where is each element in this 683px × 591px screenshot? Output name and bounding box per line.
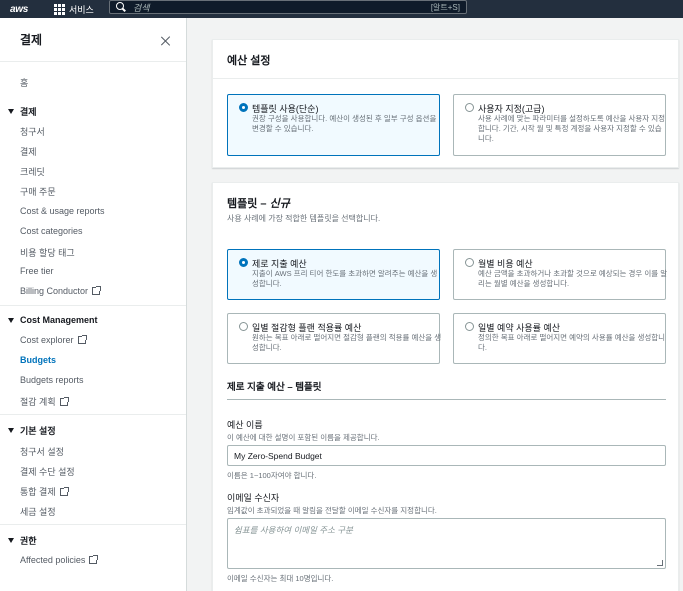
budget-name-label: 예산 이름 (227, 420, 263, 430)
option-custom-advanced[interactable]: 사용자 지정(고급) 사용 사례에 맞는 파라미터를 설정하도록 예산을 사용자… (453, 94, 666, 156)
sidebar-item-credits[interactable]: 크레딧 (20, 165, 45, 178)
item-label: Billing Conductor (20, 286, 89, 296)
sidebar-section-preferences[interactable]: 기본 설정 (8, 424, 56, 437)
divider (0, 305, 186, 306)
external-link-icon (89, 555, 99, 564)
item-label: Affected policies (20, 555, 86, 565)
aws-logo-text: aws (9, 3, 28, 15)
sidebar-item-billing-conductor[interactable]: Billing Conductor (20, 286, 102, 296)
item-label: Cost explorer (20, 335, 74, 345)
sidebar-section-billing[interactable]: 결제 (8, 105, 37, 118)
services-menu-button[interactable]: 서비스 (54, 3, 94, 16)
sidebar-item-budgets-reports[interactable]: Budgets reports (20, 375, 84, 385)
radio-button[interactable] (465, 322, 474, 331)
section-title: 제로 지출 예산 – 템플릿 (227, 382, 322, 393)
sidebar-item-cost-explorer[interactable]: Cost explorer (20, 335, 87, 345)
divider (213, 78, 678, 79)
item-label: 통합 결제 (20, 487, 56, 497)
sidebar-item-tax-settings[interactable]: 세금 설정 (20, 505, 56, 518)
sidebar-item-bills[interactable]: 청구서 (20, 125, 45, 138)
sidebar-item-billing-preferences[interactable]: 청구서 설정 (20, 445, 64, 458)
top-navigation: aws 서비스 검색 [알트+S] (0, 0, 683, 18)
input-value: My Zero-Spend Budget (234, 450, 322, 461)
option-description: 지출이 AWS 프리 티어 한도를 초과하면 알려주는 예산을 생성합니다. (252, 269, 438, 288)
sidebar-section-permissions[interactable]: 권한 (8, 534, 37, 547)
sidebar-item-payments[interactable]: 결제 (20, 145, 37, 158)
option-description: 권장 구성을 사용합니다. 예산이 생성된 후 일부 구성 옵션을 변경할 수 … (252, 114, 437, 133)
sidebar-item-consolidated-billing[interactable]: 통합 결제 (20, 485, 69, 498)
section-label: Cost Management (20, 315, 98, 325)
sidebar-item-cost-usage-reports[interactable]: Cost & usage reports (20, 206, 105, 216)
radio-button[interactable] (465, 103, 474, 112)
section-label: 기본 설정 (20, 426, 56, 436)
resize-handle-icon[interactable] (657, 560, 663, 566)
email-recipients-description: 임계값이 초과되었을 때 알림을 전달할 이메일 수신자를 지정합니다. (227, 506, 437, 515)
external-link-icon (59, 487, 69, 496)
external-link-icon (77, 335, 87, 344)
external-link-icon (92, 286, 102, 295)
panel-title: 예산 설정 (227, 55, 271, 67)
budget-setup-panel: 예산 설정 템플릿 사용(단순) 권장 구성을 사용합니다. 예산이 생성된 후… (212, 39, 679, 168)
panel-title: 템플릿 – 신규 (227, 195, 290, 211)
divider (227, 399, 666, 400)
divider (0, 524, 186, 525)
template-zero-spend[interactable]: 제로 지출 예산 지출이 AWS 프리 티어 한도를 초과하면 알려주는 예산을… (227, 249, 440, 300)
budget-name-input[interactable]: My Zero-Spend Budget (227, 445, 666, 466)
option-description: 정의한 목표 아래로 떨어지면 예약의 사용률 예산을 생성합니다. (478, 333, 666, 352)
radio-button[interactable] (239, 103, 248, 112)
budget-name-hint: 이름은 1~100자여야 합니다. (227, 471, 317, 480)
sidebar-item-cost-allocation-tags[interactable]: 비용 할당 태그 (20, 246, 75, 259)
close-icon[interactable] (160, 35, 172, 47)
option-template-simple[interactable]: 템플릿 사용(단순) 권장 구성을 사용합니다. 예산이 생성된 후 일부 구성… (227, 94, 440, 156)
textarea-placeholder: 쉼표를 사용하여 이메일 주소 구분 (234, 525, 353, 535)
budget-name-description: 이 예산에 대한 설명이 포함된 이름을 제공합니다. (227, 433, 380, 442)
search-placeholder: 검색 (133, 2, 150, 13)
sidebar-title: 결제 (20, 33, 43, 47)
grid-menu-icon (54, 3, 65, 15)
external-link-icon (59, 397, 69, 406)
caret-down-icon (8, 317, 14, 323)
template-panel: 템플릿 – 신규 사용 사례에 가장 적합한 템플릿을 선택합니다. 제로 지출… (212, 182, 679, 591)
title-prefix: 템플릿 – (227, 198, 270, 210)
caret-down-icon (8, 538, 14, 543)
sidebar: 결제 홈 결제 청구서 결제 크레딧 구매 주문 Cost & usage re… (0, 18, 187, 591)
caret-down-icon (8, 109, 14, 114)
sidebar-item-budgets[interactable]: Budgets (20, 355, 56, 365)
caret-down-icon (8, 428, 14, 433)
radio-button[interactable] (465, 258, 474, 267)
option-description: 원하는 목표 아래로 떨어지면 절감형 플랜의 적용률 예산을 생성합니다. (252, 333, 442, 352)
sidebar-item-free-tier[interactable]: Free tier (20, 266, 54, 276)
sidebar-item-home[interactable]: 홈 (20, 76, 28, 89)
search-input[interactable]: 검색 [알트+S] (109, 0, 467, 14)
title-new-tag: 신규 (269, 198, 290, 210)
sidebar-item-savings-plans[interactable]: 절감 계획 (20, 395, 69, 408)
aws-logo[interactable]: aws (0, 0, 38, 18)
sidebar-item-cost-categories[interactable]: Cost categories (20, 226, 83, 236)
option-description: 사용 사례에 맞는 파라미터를 설정하도록 예산을 사용자 지정합니다. 기간,… (478, 114, 666, 143)
template-savings-plans-coverage[interactable]: 일별 절감형 플랜 적용률 예산 원하는 목표 아래로 떨어지면 절감형 플랜의… (227, 313, 442, 364)
email-recipients-hint: 이메일 수신자는 최대 10명입니다. (227, 574, 334, 583)
services-label: 서비스 (69, 4, 94, 15)
option-description: 예산 금액을 초과하거나 초과할 것으로 예상되는 경우 이를 알리는 월별 예… (478, 269, 668, 288)
section-label: 결제 (20, 107, 37, 117)
sidebar-item-payment-preferences[interactable]: 결제 수단 설정 (20, 465, 75, 478)
radio-button[interactable] (239, 322, 248, 331)
sidebar-item-affected-policies[interactable]: Affected policies (20, 555, 99, 565)
search-icon (115, 1, 127, 13)
section-label: 권한 (20, 536, 37, 546)
template-reservation-utilization[interactable]: 일별 예약 사용률 예산 정의한 목표 아래로 떨어지면 예약의 사용률 예산을… (453, 313, 666, 364)
panel-description: 사용 사례에 가장 적합한 템플릿을 선택합니다. (227, 214, 381, 223)
divider (0, 414, 186, 415)
search-shortcut: [알트+S] (430, 2, 460, 12)
sidebar-item-purchase-orders[interactable]: 구매 주문 (20, 185, 56, 198)
sidebar-section-cost-management[interactable]: Cost Management (8, 315, 98, 325)
radio-button[interactable] (239, 258, 248, 267)
email-recipients-field[interactable]: 쉼표를 사용하여 이메일 주소 구분 (227, 518, 666, 569)
email-recipients-label: 이메일 수신자 (227, 493, 280, 503)
sidebar-header: 결제 (0, 18, 186, 62)
template-monthly-cost[interactable]: 월별 비용 예산 예산 금액을 초과하거나 초과할 것으로 예상되는 경우 이를… (453, 249, 668, 300)
item-label: 절감 계획 (20, 397, 56, 407)
